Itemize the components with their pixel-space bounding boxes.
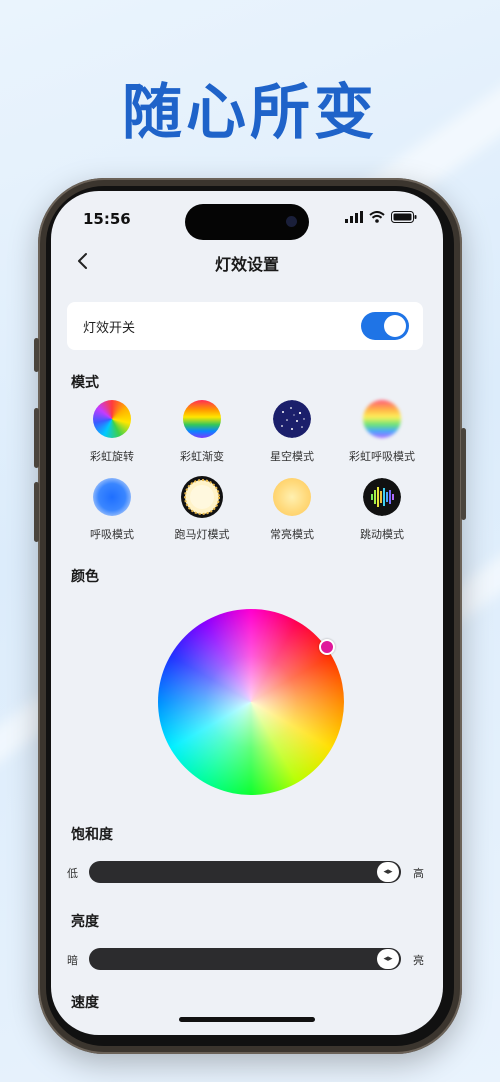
page-title: 灯效设置 <box>214 255 279 274</box>
saturation-max-label: 高 <box>413 867 424 880</box>
volume-up-button <box>34 408 39 468</box>
mode-rainbow-breath[interactable]: 彩虹呼吸模式 <box>337 400 427 464</box>
mode-steady[interactable]: 常亮模式 <box>247 478 337 542</box>
phone-frame: 15:56 灯效设置 灯效开关 模式 彩虹旋转 彩虹渐变 星空模式 彩虹呼吸模式… <box>34 178 466 1054</box>
mode-label: 彩虹呼吸模式 <box>349 450 415 463</box>
saturation-slider-row: 低 ◂▸ 高 <box>67 861 427 885</box>
rainbow-breath-icon <box>363 400 401 438</box>
status-time: 15:56 <box>83 210 131 228</box>
rainbow-spin-icon <box>93 400 131 438</box>
mode-label: 跑马灯模式 <box>174 528 230 541</box>
volume-down-button <box>34 482 39 542</box>
mode-label: 常亮模式 <box>270 528 314 541</box>
mode-section-title: 模式 <box>71 375 99 391</box>
saturation-slider[interactable]: ◂▸ <box>89 861 401 883</box>
rainbow-gradient-icon <box>183 400 221 438</box>
power-button <box>461 428 466 520</box>
jump-icon <box>363 478 401 516</box>
marquee-icon <box>181 476 223 518</box>
mode-label: 彩虹旋转 <box>90 450 134 463</box>
saturation-min-label: 低 <box>67 867 78 880</box>
lighting-switch-card: 灯效开关 <box>67 302 423 350</box>
dynamic-island <box>185 204 309 240</box>
mode-rainbow-spin[interactable]: 彩虹旋转 <box>67 400 157 464</box>
battery-icon <box>391 211 417 223</box>
brightness-min-label: 暗 <box>67 954 78 967</box>
color-picker-handle[interactable] <box>319 639 335 655</box>
home-indicator[interactable] <box>179 1017 315 1022</box>
color-wheel[interactable] <box>158 609 344 795</box>
brightness-slider-row: 暗 ◂▸ 亮 <box>67 948 427 972</box>
brightness-slider-thumb[interactable]: ◂▸ <box>377 949 399 969</box>
brightness-max-label: 亮 <box>413 954 424 967</box>
headline: 随心所变 <box>122 78 378 148</box>
mode-starry-sky[interactable]: 星空模式 <box>247 400 337 464</box>
mode-rainbow-gradient[interactable]: 彩虹渐变 <box>157 400 247 464</box>
signal-icon <box>345 211 363 223</box>
lighting-switch-label: 灯效开关 <box>83 321 136 336</box>
brightness-slider[interactable]: ◂▸ <box>89 948 401 970</box>
saturation-section-title: 饱和度 <box>71 827 113 843</box>
speed-section-title: 速度 <box>71 995 99 1011</box>
mode-label: 呼吸模式 <box>90 528 134 541</box>
mode-label: 星空模式 <box>270 450 314 463</box>
saturation-slider-thumb[interactable]: ◂▸ <box>377 862 399 882</box>
lighting-toggle[interactable] <box>361 312 409 340</box>
steady-icon <box>273 478 311 516</box>
app-screen: 15:56 灯效设置 灯效开关 模式 彩虹旋转 彩虹渐变 星空模式 彩虹呼吸模式… <box>51 191 443 1035</box>
mute-switch <box>34 338 39 372</box>
mode-breath[interactable]: 呼吸模式 <box>67 478 157 542</box>
mode-label: 彩虹渐变 <box>180 450 224 463</box>
brightness-section-title: 亮度 <box>71 914 99 930</box>
mode-marquee[interactable]: 跑马灯模式 <box>157 476 247 542</box>
wifi-icon <box>369 211 385 223</box>
color-section-title: 颜色 <box>71 569 99 585</box>
mode-jump[interactable]: 跳动模式 <box>337 478 427 542</box>
starry-sky-icon <box>273 400 311 438</box>
mode-label: 跳动模式 <box>360 528 404 541</box>
breath-icon <box>93 478 131 516</box>
